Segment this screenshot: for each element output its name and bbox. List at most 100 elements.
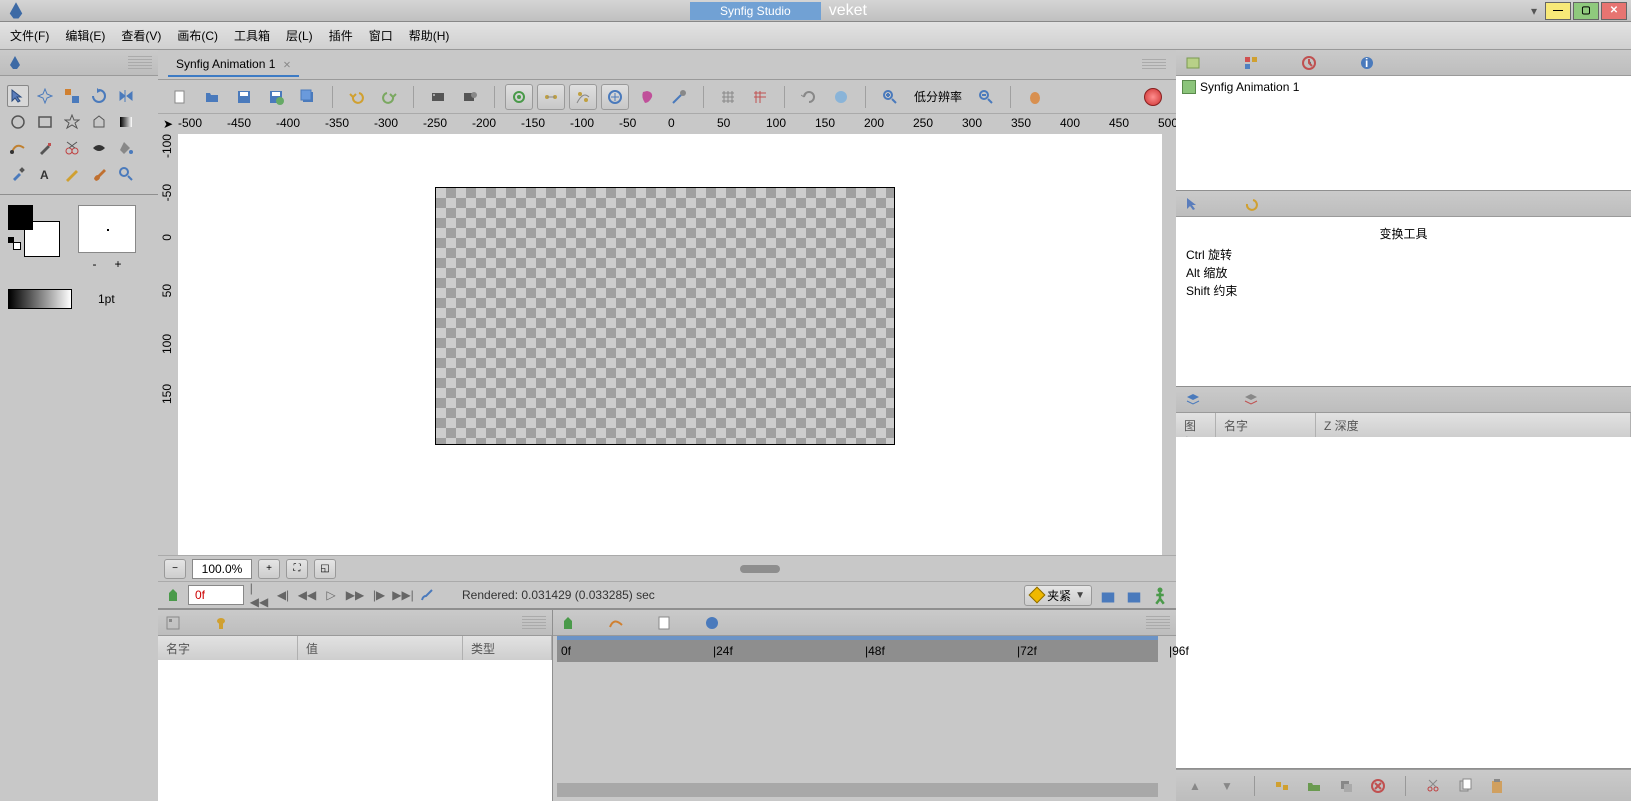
timeline-ruler[interactable]: 0f|24f|48f|72f|96f	[557, 640, 1158, 662]
menu-plugin[interactable]: 插件	[329, 27, 353, 44]
panel-grip-icon[interactable]	[522, 616, 546, 630]
keyframes-tab-icon[interactable]	[703, 614, 721, 632]
col-value[interactable]: 值	[298, 636, 463, 660]
draw-tool[interactable]	[34, 137, 56, 159]
seek-end-icon[interactable]: ▶▶|	[394, 586, 412, 604]
keyframe-lock-future-icon[interactable]	[1124, 585, 1144, 605]
zoom-100-button[interactable]: ◱	[314, 559, 336, 579]
polygon-tool[interactable]	[88, 111, 110, 133]
history-tab-icon[interactable]	[1242, 195, 1260, 213]
layer-new-icon[interactable]	[1305, 777, 1323, 795]
seek-prev-key-icon[interactable]: ◀|	[274, 586, 292, 604]
brush-status-icon[interactable]	[418, 586, 436, 604]
layer-group-icon[interactable]	[1273, 777, 1291, 795]
params-tab-icon[interactable]	[164, 614, 182, 632]
record-button[interactable]	[1144, 88, 1162, 106]
show-guides-icon[interactable]	[569, 84, 597, 110]
circle-tool[interactable]	[7, 111, 29, 133]
play-icon[interactable]: ▷	[322, 586, 340, 604]
col-type[interactable]: 类型	[463, 636, 552, 660]
col-icon[interactable]: 图标	[1176, 413, 1216, 437]
show-grid-icon[interactable]	[505, 84, 533, 110]
layer-cut-icon[interactable]	[1424, 777, 1442, 795]
size-minus-button[interactable]: -	[92, 257, 96, 271]
zoomin-icon[interactable]	[876, 84, 904, 110]
width-tool[interactable]	[88, 137, 110, 159]
rectangle-tool[interactable]	[34, 111, 56, 133]
zoom-input[interactable]	[192, 559, 252, 579]
canvas-area[interactable]	[178, 134, 1162, 555]
refresh-icon[interactable]	[795, 84, 823, 110]
snap-grid-icon[interactable]	[537, 84, 565, 110]
redo-icon[interactable]	[375, 84, 403, 110]
save-as-icon[interactable]	[262, 84, 290, 110]
panel-grip-icon[interactable]	[1146, 616, 1170, 630]
zoomout-icon[interactable]	[972, 84, 1000, 110]
timeline-scrollbar[interactable]	[557, 783, 1158, 797]
zoom-fit-button[interactable]: ⛶	[286, 559, 308, 579]
vertical-scrollbar[interactable]	[1162, 134, 1176, 555]
layer-lower-icon[interactable]: ▼	[1218, 777, 1236, 795]
gradient-swatch[interactable]	[8, 289, 72, 309]
open-file-icon[interactable]	[198, 84, 226, 110]
mirror-tool[interactable]	[115, 85, 137, 107]
zoom-out-button[interactable]: −	[164, 559, 186, 579]
transform-tool[interactable]	[7, 85, 29, 107]
onion-icon[interactable]	[1021, 84, 1049, 110]
gradient-tool[interactable]	[115, 111, 137, 133]
render-icon[interactable]	[424, 84, 452, 110]
menu-file[interactable]: 文件(F)	[10, 27, 49, 44]
layer-copy-icon[interactable]	[1456, 777, 1474, 795]
tool-options-tab-icon[interactable]	[1184, 195, 1202, 213]
layers-tab-icon[interactable]	[1184, 391, 1202, 409]
star-tool[interactable]	[61, 111, 83, 133]
info-tab-icon[interactable]	[1300, 54, 1318, 72]
children-tab-icon[interactable]	[212, 614, 230, 632]
fill-tool[interactable]	[115, 137, 137, 159]
layer-duplicate-icon[interactable]	[1337, 777, 1355, 795]
layer-raise-icon[interactable]: ▲	[1186, 777, 1204, 795]
text-tool[interactable]: A	[34, 163, 56, 185]
ruler-corner[interactable]: ➤	[158, 114, 178, 134]
layer-paste-icon[interactable]	[1488, 777, 1506, 795]
brush-tool[interactable]	[88, 163, 110, 185]
undo-icon[interactable]	[343, 84, 371, 110]
seek-next-icon[interactable]: ▶▶	[346, 586, 364, 604]
grid-icon[interactable]	[714, 84, 742, 110]
navigator-tab-icon[interactable]	[1242, 54, 1260, 72]
col-name[interactable]: 名字	[158, 636, 298, 660]
reset-colors-icon[interactable]	[8, 237, 20, 249]
layer-delete-icon[interactable]	[1369, 777, 1387, 795]
zoom-in-button[interactable]: +	[258, 559, 280, 579]
sketch-tool[interactable]	[61, 163, 83, 185]
horizontal-scrollbar[interactable]	[350, 562, 1170, 576]
seek-begin-icon[interactable]: |◀◀	[250, 586, 268, 604]
palette-tab-icon[interactable]: i	[1358, 54, 1376, 72]
seek-next-key-icon[interactable]: |▶	[370, 586, 388, 604]
minimize-button[interactable]: —	[1545, 2, 1571, 20]
menu-toolbox[interactable]: 工具箱	[234, 27, 270, 44]
save-all-icon[interactable]	[294, 84, 322, 110]
maximize-button[interactable]: ▢	[1573, 2, 1599, 20]
close-tab-icon[interactable]: ✕	[283, 57, 290, 71]
new-file-icon[interactable]	[166, 84, 194, 110]
animate-person-icon[interactable]	[1150, 585, 1170, 605]
seek-prev-icon[interactable]: ◀◀	[298, 586, 316, 604]
cutout-tool[interactable]	[61, 137, 83, 159]
timetrack-tab-icon[interactable]	[559, 614, 577, 632]
stop-icon[interactable]	[827, 84, 855, 110]
horizontal-ruler[interactable]: -500-450-400-350-300-250-200-150-100-500…	[178, 114, 1176, 134]
canvas-list-item[interactable]: Synfig Animation 1	[1182, 80, 1625, 94]
interpolation-dropdown[interactable]: 夹紧 ▼	[1024, 585, 1092, 606]
document-tab[interactable]: Synfig Animation 1 ✕	[168, 53, 299, 77]
menu-edit[interactable]: 编辑(E)	[65, 27, 105, 44]
library-tab-icon[interactable]	[1242, 391, 1260, 409]
eyedrop-tool[interactable]	[7, 163, 29, 185]
menu-view[interactable]: 查看(V)	[121, 27, 161, 44]
menu-layer[interactable]: 层(L)	[286, 27, 313, 44]
grid-snap-icon[interactable]	[746, 84, 774, 110]
timeline-body[interactable]	[553, 662, 1176, 779]
frame-input[interactable]	[188, 585, 244, 605]
scale-tool[interactable]	[61, 85, 83, 107]
menu-dropdown-icon[interactable]: ▾	[1531, 4, 1537, 18]
